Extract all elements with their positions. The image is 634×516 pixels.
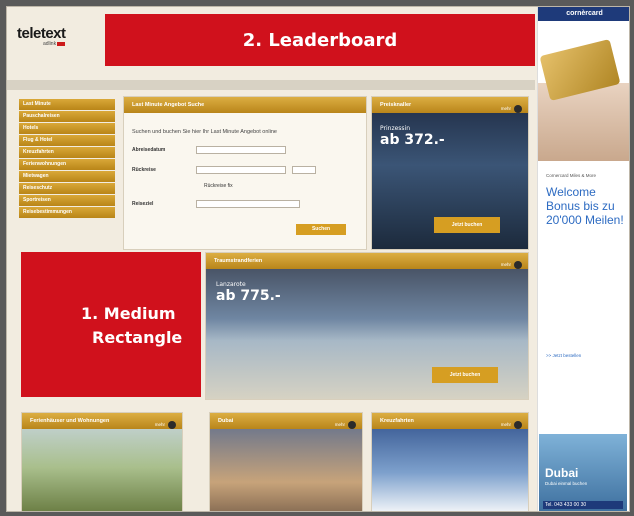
region-label: Reiseziel: [132, 201, 154, 207]
nav-item[interactable]: Reisebestimmungen: [19, 207, 115, 218]
nav-item[interactable]: Flug & Hotel: [19, 135, 115, 146]
nights-select[interactable]: [292, 166, 316, 174]
region-select[interactable]: [196, 200, 300, 208]
logo-text: teletext: [17, 25, 66, 42]
nav-item[interactable]: Sportreisen: [19, 195, 115, 206]
header-divider: [7, 80, 535, 90]
nav-item[interactable]: Kreuzfahrten: [19, 147, 115, 158]
arrow-icon: [514, 105, 522, 113]
nav-item[interactable]: Reiseschutz: [19, 183, 115, 194]
cornercard-logo: cornèrcard: [538, 7, 629, 21]
bottom-panel-title: Dubai mehr: [210, 413, 362, 429]
more-link[interactable]: mehr: [335, 417, 356, 433]
search-button[interactable]: Suchen: [296, 224, 346, 235]
return-fix-option[interactable]: Rückreise fix: [204, 183, 233, 189]
page-frame: teletext adlink 2. Leaderboard Last Minu…: [6, 6, 630, 512]
more-link[interactable]: mehr: [155, 417, 176, 433]
nav-item[interactable]: Pauschalreisen: [19, 111, 115, 122]
promo-top-button[interactable]: Jetzt buchen: [434, 217, 500, 233]
return-field[interactable]: [196, 166, 286, 174]
bottom-panel-2[interactable]: Dubai mehr: [209, 412, 363, 511]
dubai-title: Dubai: [545, 466, 579, 480]
bottom-panel-title: Kreuzfahrten mehr: [372, 413, 528, 429]
logo-subtext: adlink: [43, 41, 87, 47]
arrow-icon: [514, 421, 522, 429]
nav-item[interactable]: Hotels: [19, 123, 115, 134]
return-label: Rückreise: [132, 167, 156, 173]
more-link[interactable]: mehr: [501, 417, 522, 433]
search-panel-title: Last Minute Angebot Suche: [124, 97, 366, 113]
teletext-logo[interactable]: teletext adlink: [17, 25, 87, 47]
nav-item[interactable]: Last Minute: [19, 99, 115, 110]
arrow-icon: [168, 421, 176, 429]
nav-item[interactable]: Mietwagen: [19, 171, 115, 182]
more-link[interactable]: mehr: [501, 257, 522, 273]
promo-panel-middle[interactable]: Traumstrandferien mehr Lanzarote ab 775.…: [205, 252, 529, 400]
promo-mid-price: Lanzarote ab 775.-: [216, 281, 281, 304]
medium-rectangle-ad[interactable]: 1. Medium Rectangle: [21, 252, 201, 397]
sky-subtitle: Cornercard Miles & More: [546, 173, 597, 178]
dubai-phone: Tel. 043 433 00 30: [543, 501, 623, 509]
date-label: Abreisedatum: [132, 147, 166, 153]
dubai-ad[interactable]: Dubai Dubai einmal buchen Tel. 043 433 0…: [539, 434, 627, 511]
promo-top-price: Prinzessin ab 372.-: [380, 125, 445, 148]
promo-panel-top[interactable]: Preisknaller mehr Prinzessin ab 372.- Je…: [371, 96, 529, 250]
arrow-icon: [348, 421, 356, 429]
leaderboard-ad[interactable]: 2. Leaderboard: [105, 14, 535, 66]
bottom-panel-title: Ferienhäuser und Wohnungen mehr: [22, 413, 182, 429]
sky-welcome-text: Welcome Bonus bis zu 20'000 Meilen!: [546, 185, 624, 227]
promo-mid-button[interactable]: Jetzt buchen: [432, 367, 498, 383]
bottom-panel-3[interactable]: Kreuzfahrten mehr: [371, 412, 529, 511]
more-link[interactable]: mehr: [501, 101, 522, 117]
sky-order-link[interactable]: >> Jetzt bestellen: [546, 353, 581, 358]
promo-mid-title: Traumstrandferien mehr: [206, 253, 528, 269]
date-field[interactable]: [196, 146, 286, 154]
category-nav: Last Minute Pauschalreisen Hotels Flug &…: [19, 99, 115, 219]
search-panel: Last Minute Angebot Suche Suchen und buc…: [123, 96, 367, 250]
arrow-icon: [514, 261, 522, 269]
nav-item[interactable]: Ferienwohnungen: [19, 159, 115, 170]
dubai-subtitle: Dubai einmal buchen: [545, 481, 588, 486]
search-intro: Suchen und buchen Sie hier Ihr Last Minu…: [132, 129, 277, 135]
promo-top-title: Preisknaller mehr: [372, 97, 528, 113]
bottom-panel-1[interactable]: Ferienhäuser und Wohnungen mehr: [21, 412, 183, 511]
